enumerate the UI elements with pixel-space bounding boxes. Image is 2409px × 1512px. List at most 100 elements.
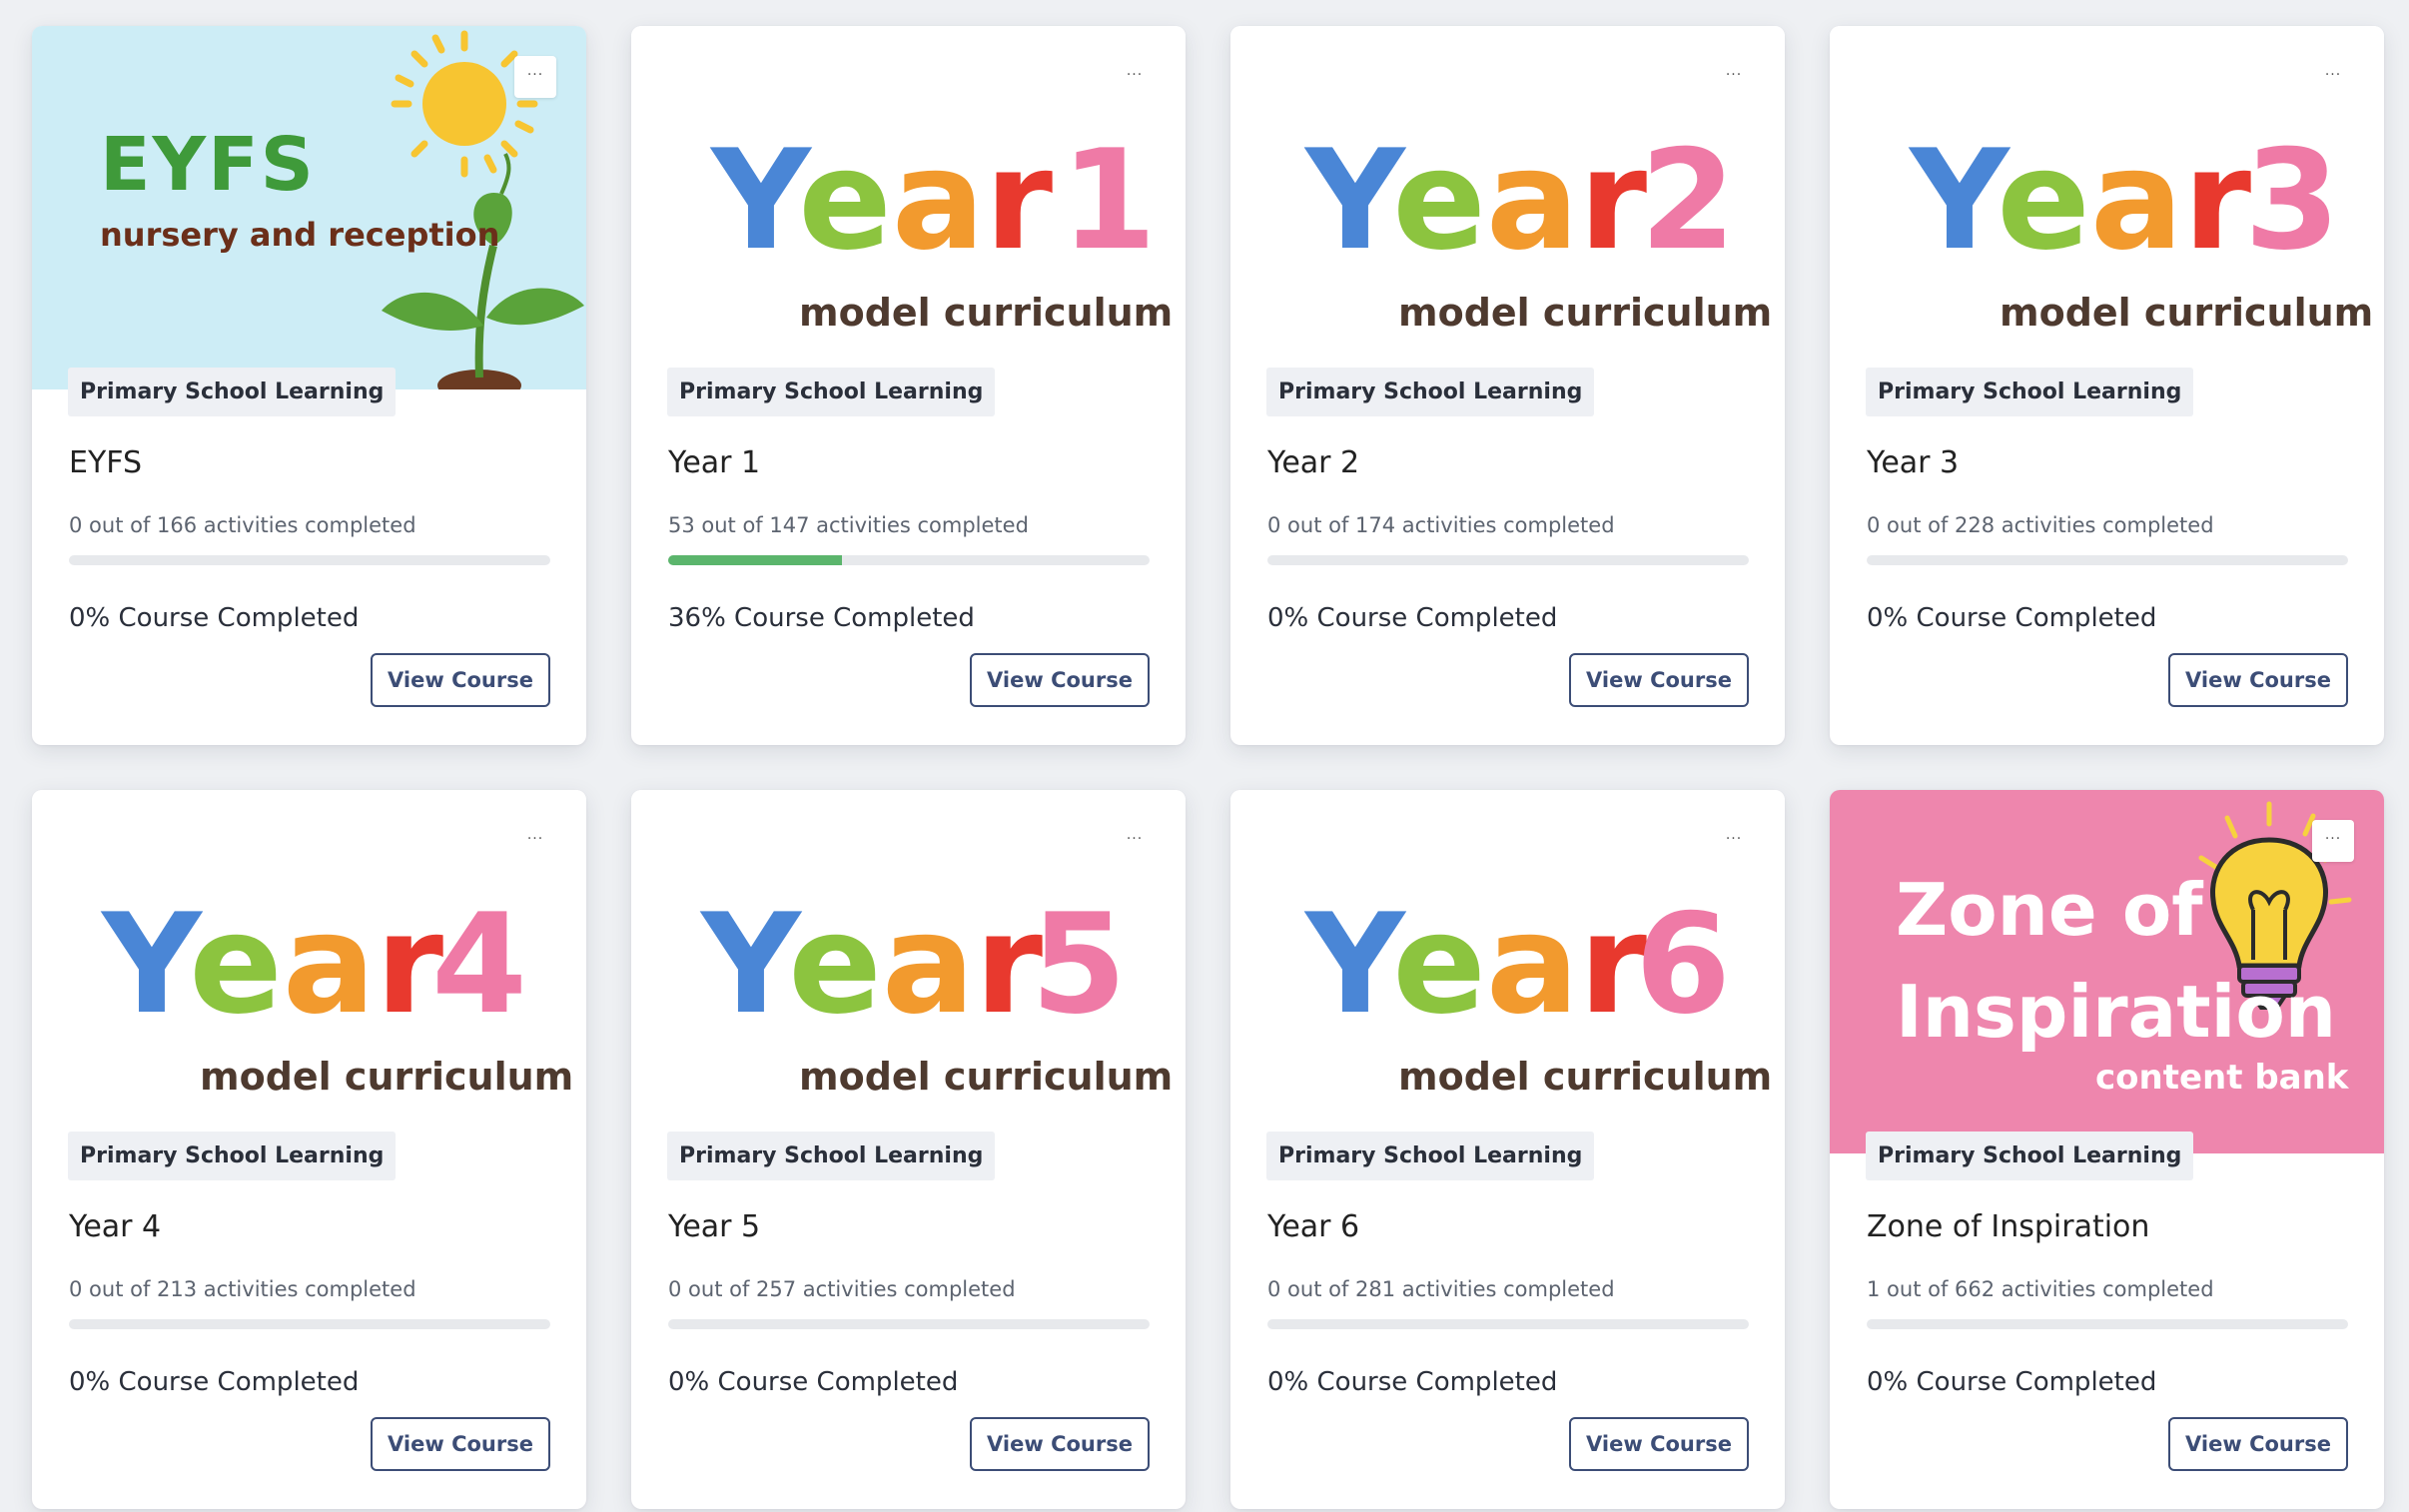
year-number: 6 (1635, 884, 1731, 1045)
course-completed-text: 0% Course Completed (1267, 603, 1558, 633)
course-completed-text: 0% Course Completed (1867, 603, 2157, 633)
year-logo: Year 1 model curriculum (709, 120, 1173, 335)
course-card-year-4: Year 4 model curriculum ... Primary Scho… (32, 790, 586, 1509)
activities-count: 0 out of 228 activities completed (1867, 513, 2214, 537)
svg-text:Year: Year (709, 120, 1053, 281)
course-title: EYFS (69, 445, 143, 480)
progress-fill (668, 555, 842, 565)
activities-count: 53 out of 147 activities completed (668, 513, 1029, 537)
view-course-button[interactable]: View Course (371, 653, 550, 707)
course-completed-text: 0% Course Completed (1267, 1367, 1558, 1397)
course-menu-button[interactable]: ... (1713, 56, 1755, 98)
year-letter-a: a (1486, 884, 1579, 1045)
course-banner-year-2[interactable]: Year 2 model curriculum (1230, 26, 1785, 389)
sun-icon (391, 30, 538, 178)
course-card-year-1: Year 1 model curriculum ... Primary Scho… (631, 26, 1186, 745)
plant-icon (382, 153, 584, 389)
course-tag: Primary School Learning (667, 1132, 996, 1180)
course-title: Year 3 (1867, 445, 1960, 480)
course-menu-button[interactable]: ... (2312, 820, 2354, 862)
course-completed-text: 36% Course Completed (668, 603, 975, 633)
course-title: Year 1 (668, 445, 761, 480)
year-letter-e: e (1392, 884, 1486, 1045)
course-tag: Primary School Learning (667, 368, 996, 416)
progress-bar (1267, 1319, 1749, 1329)
course-menu-button[interactable]: ... (1114, 820, 1156, 862)
course-card-year-3: Year 3 model curriculum ... Primary Scho… (1830, 26, 2384, 745)
svg-text:Year: Year (1303, 884, 1647, 1045)
year-subtitle: model curriculum (799, 291, 1173, 335)
year-letter-a: a (882, 884, 975, 1045)
view-course-button[interactable]: View Course (1569, 653, 1749, 707)
course-tag: Primary School Learning (68, 1132, 397, 1180)
svg-text:Year: Year (1908, 120, 2251, 281)
progress-bar (668, 555, 1150, 565)
course-card-year-6: Year 6 model curriculum ... Primary Scho… (1230, 790, 1785, 1509)
svg-text:Year: Year (1303, 120, 1647, 281)
course-menu-button[interactable]: ... (2312, 56, 2354, 98)
course-title: Year 4 (69, 1209, 162, 1244)
zone-heading-line3: content bank (2095, 1058, 2349, 1098)
progress-bar (668, 1319, 1150, 1329)
year-letter-e: e (788, 884, 882, 1045)
course-completed-text: 0% Course Completed (668, 1367, 959, 1397)
activities-count: 0 out of 257 activities completed (668, 1277, 1016, 1301)
view-course-button[interactable]: View Course (1569, 1417, 1749, 1471)
progress-bar (69, 1319, 550, 1329)
course-title: Year 5 (668, 1209, 761, 1244)
course-banner-year-3[interactable]: Year 3 model curriculum (1830, 26, 2384, 389)
course-menu-button[interactable]: ... (514, 820, 556, 862)
view-course-button[interactable]: View Course (2168, 1417, 2348, 1471)
year-letter-a: a (1486, 120, 1579, 281)
eyfs-subheading: nursery and reception (100, 216, 500, 254)
course-title: Zone of Inspiration (1867, 1209, 2150, 1244)
course-tag: Primary School Learning (1266, 368, 1595, 416)
course-tag: Primary School Learning (1866, 1132, 2194, 1180)
course-banner-year-6[interactable]: Year 6 model curriculum (1230, 790, 1785, 1153)
year-letter-r: r (1579, 120, 1647, 281)
activities-count: 0 out of 213 activities completed (69, 1277, 416, 1301)
view-course-button[interactable]: View Course (2168, 653, 2348, 707)
course-menu-button[interactable]: ... (1114, 56, 1156, 98)
year-letter-a: a (2090, 120, 2183, 281)
year-letter-a: a (892, 120, 985, 281)
activities-count: 0 out of 166 activities completed (69, 513, 416, 537)
view-course-button[interactable]: View Course (371, 1417, 550, 1471)
progress-bar (1267, 555, 1749, 565)
year-subtitle: model curriculum (799, 1055, 1173, 1099)
year-letter-r: r (985, 120, 1053, 281)
course-menu-button[interactable]: ... (1713, 820, 1755, 862)
year-subtitle: model curriculum (200, 1055, 573, 1099)
course-title: Year 2 (1267, 445, 1360, 480)
zone-heading-line1: Zone of (1896, 868, 2203, 952)
year-subtitle: model curriculum (1398, 291, 1772, 335)
course-banner-year-4[interactable]: Year 4 model curriculum (32, 790, 586, 1153)
year-logo: Year 6 model curriculum (1303, 884, 1772, 1099)
year-logo: Year 5 model curriculum (699, 884, 1173, 1099)
year-number: 5 (1031, 884, 1127, 1045)
course-completed-text: 0% Course Completed (69, 1367, 360, 1397)
activities-count: 0 out of 281 activities completed (1267, 1277, 1615, 1301)
course-menu-button[interactable]: ... (514, 56, 556, 98)
course-tag: Primary School Learning (68, 368, 397, 416)
course-banner-eyfs[interactable] (32, 26, 586, 389)
year-subtitle: model curriculum (1398, 1055, 1772, 1099)
year-logo: Year 4 model curriculum (100, 884, 573, 1099)
course-card-year-2: Year 2 model curriculum ... Primary Scho… (1230, 26, 1785, 745)
activities-count: 0 out of 174 activities completed (1267, 513, 1615, 537)
course-tag: Primary School Learning (1866, 368, 2194, 416)
course-banner-year-5[interactable]: Year 5 model curriculum (631, 790, 1186, 1153)
svg-text:Year: Year (699, 884, 1043, 1045)
course-completed-text: 0% Course Completed (1867, 1367, 2157, 1397)
year-number: 4 (431, 884, 527, 1045)
zone-heading-line2: Inspiration (1896, 970, 2337, 1054)
progress-bar (1867, 555, 2348, 565)
view-course-button[interactable]: View Course (970, 653, 1150, 707)
view-course-button[interactable]: View Course (970, 1417, 1150, 1471)
eyfs-heading: EYFS (100, 122, 316, 208)
year-logo: Year 3 model curriculum (1908, 120, 2373, 335)
course-banner-year-1[interactable]: Year 1 model curriculum (631, 26, 1186, 389)
year-letter-a: a (283, 884, 376, 1045)
progress-bar (1867, 1319, 2348, 1329)
year-number: 2 (1640, 120, 1736, 281)
